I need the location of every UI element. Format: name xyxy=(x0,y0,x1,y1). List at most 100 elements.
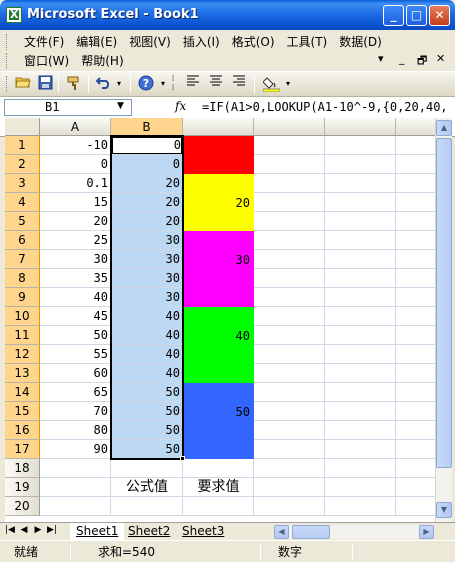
close-button[interactable]: ✕ xyxy=(429,5,450,26)
grid-cell[interactable] xyxy=(254,307,325,326)
row-header[interactable]: 18 xyxy=(5,459,40,478)
column-header[interactable] xyxy=(183,118,254,136)
row-header[interactable]: 1 xyxy=(5,136,40,155)
row-header[interactable]: 7 xyxy=(5,250,40,269)
grid-cell[interactable] xyxy=(396,155,435,174)
grid-cell[interactable] xyxy=(325,421,396,440)
grid-cell[interactable]: 90 xyxy=(40,440,111,459)
grid-cell[interactable] xyxy=(325,250,396,269)
doc-minimize-button[interactable]: _ xyxy=(399,52,405,65)
tab-sheet2[interactable]: Sheet2 xyxy=(122,523,176,540)
toolbar-grip-2[interactable]: ⁞ ⁞ xyxy=(169,75,177,93)
column-header[interactable] xyxy=(254,118,325,136)
grid-cell[interactable]: 20 xyxy=(40,212,111,231)
grid-cell[interactable] xyxy=(254,174,325,193)
excel-app-icon[interactable] xyxy=(6,7,22,23)
grid-cell[interactable] xyxy=(325,231,396,250)
scroll-thumb[interactable] xyxy=(436,138,452,468)
grid-cell[interactable] xyxy=(396,345,435,364)
grid-cell[interactable] xyxy=(254,459,325,478)
menu-item[interactable]: 视图(V) xyxy=(123,32,177,52)
first-sheet-icon[interactable]: |◀ xyxy=(4,525,16,535)
row-header[interactable]: 19 xyxy=(5,478,40,497)
grid-cell[interactable]: 65 xyxy=(40,383,111,402)
grid-cell[interactable] xyxy=(325,269,396,288)
grid-cell[interactable] xyxy=(254,288,325,307)
menu-item[interactable]: 工具(T) xyxy=(281,32,334,52)
doc-close-button[interactable]: ✕ xyxy=(436,52,445,65)
grid-cell[interactable] xyxy=(40,478,111,497)
grid-cell[interactable]: 30 xyxy=(111,250,183,269)
active-cell[interactable]: 0 xyxy=(111,136,183,155)
grid-cell[interactable] xyxy=(325,193,396,212)
undo-icon[interactable] xyxy=(95,75,113,93)
grid-cell[interactable] xyxy=(325,402,396,421)
column-header[interactable]: B xyxy=(111,118,183,136)
row-header[interactable]: 2 xyxy=(5,155,40,174)
open-folder-icon[interactable] xyxy=(14,75,32,93)
grid-cell[interactable] xyxy=(254,155,325,174)
tab-sheet3[interactable]: Sheet3 xyxy=(176,523,230,540)
row-header[interactable]: 20 xyxy=(5,497,40,516)
last-sheet-icon[interactable]: ▶| xyxy=(46,525,58,535)
menu-item[interactable]: 插入(I) xyxy=(177,32,226,52)
row-header[interactable]: 6 xyxy=(5,231,40,250)
grid-cell[interactable] xyxy=(396,440,435,459)
format-painter-icon[interactable] xyxy=(65,75,83,93)
menu-item[interactable]: 帮助(H) xyxy=(75,51,129,71)
grid-cell[interactable] xyxy=(396,269,435,288)
grid-cell[interactable] xyxy=(396,478,435,497)
menubar-grip-2[interactable] xyxy=(6,53,9,69)
grid-cell[interactable] xyxy=(396,193,435,212)
menubar-grip[interactable] xyxy=(6,34,9,50)
grid-cell[interactable] xyxy=(254,136,325,155)
grid-cell[interactable]: 0 xyxy=(40,155,111,174)
grid-cell[interactable] xyxy=(254,212,325,231)
grid-cell[interactable]: 25 xyxy=(40,231,111,250)
fill-color-icon[interactable] xyxy=(261,75,280,93)
grid-cell[interactable] xyxy=(254,497,325,516)
grid-cell[interactable] xyxy=(396,364,435,383)
next-sheet-icon[interactable]: ▶ xyxy=(32,525,44,535)
grid-cell[interactable] xyxy=(254,345,325,364)
grid-cell[interactable] xyxy=(396,421,435,440)
grid-cell[interactable] xyxy=(325,155,396,174)
grid-cell[interactable] xyxy=(254,440,325,459)
grid-cell[interactable]: 20 xyxy=(111,174,183,193)
toolbar-options-icon[interactable]: ▾ xyxy=(158,75,168,93)
grid-cell[interactable]: 50 xyxy=(111,402,183,421)
doc-menu-arrow-icon[interactable]: ▾ xyxy=(378,52,384,65)
grid-cell[interactable] xyxy=(111,459,183,478)
column-header[interactable] xyxy=(396,118,435,136)
grid-cell[interactable] xyxy=(325,459,396,478)
grid-cell[interactable] xyxy=(396,402,435,421)
grid-cell[interactable]: 50 xyxy=(40,326,111,345)
grid-cell[interactable] xyxy=(325,288,396,307)
align-right-icon[interactable] xyxy=(230,75,248,93)
grid-cell[interactable] xyxy=(325,497,396,516)
grid-cell[interactable] xyxy=(396,383,435,402)
grid-cell[interactable] xyxy=(254,193,325,212)
grid-cell[interactable]: 20 xyxy=(111,212,183,231)
grid-cell[interactable] xyxy=(396,174,435,193)
grid-cell[interactable] xyxy=(396,459,435,478)
grid-cell[interactable] xyxy=(396,231,435,250)
undo-dropdown-icon[interactable]: ▾ xyxy=(114,75,124,93)
maximize-button[interactable]: □ xyxy=(406,5,427,26)
help-icon[interactable]: ? xyxy=(137,75,155,93)
grid-cell[interactable]: 50 xyxy=(111,383,183,402)
grid-cell[interactable]: 30 xyxy=(40,250,111,269)
grid-cell[interactable] xyxy=(396,288,435,307)
grid-cell[interactable] xyxy=(111,497,183,516)
menu-item[interactable]: 文件(F) xyxy=(18,32,70,52)
menu-item[interactable]: 数据(D) xyxy=(333,32,388,52)
grid-cell[interactable]: 55 xyxy=(40,345,111,364)
row-header[interactable]: 9 xyxy=(5,288,40,307)
row-header[interactable]: 12 xyxy=(5,345,40,364)
row-header[interactable]: 10 xyxy=(5,307,40,326)
grid-cell[interactable] xyxy=(40,497,111,516)
grid-cell[interactable] xyxy=(396,250,435,269)
row-header[interactable]: 3 xyxy=(5,174,40,193)
grid-cell[interactable]: 40 xyxy=(111,345,183,364)
grid-cell[interactable]: 70 xyxy=(40,402,111,421)
